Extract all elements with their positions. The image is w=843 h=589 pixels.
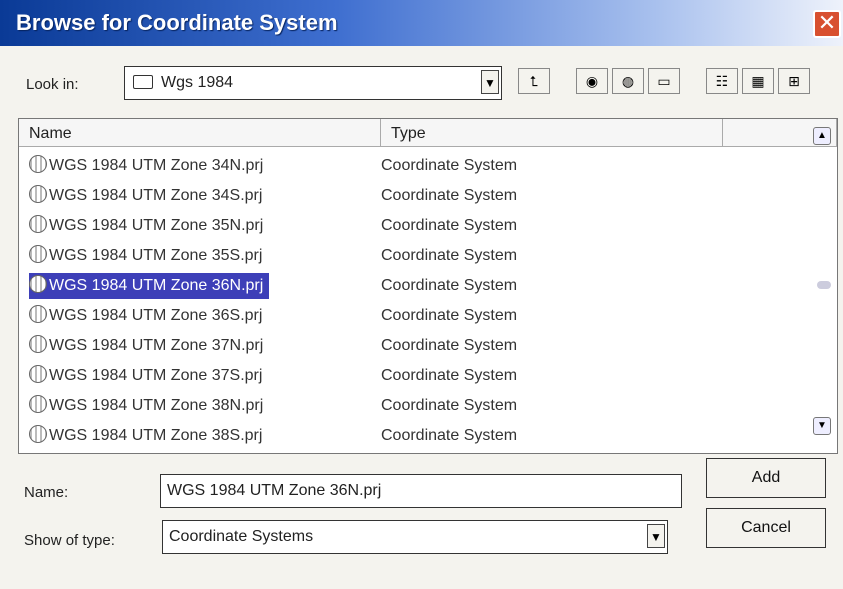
file-name: WGS 1984 UTM Zone 37S.prj bbox=[29, 363, 268, 389]
name-field[interactable]: WGS 1984 UTM Zone 36N.prj bbox=[160, 474, 682, 508]
scroll-down-icon[interactable]: ▼ bbox=[813, 417, 831, 435]
globe-icon bbox=[29, 155, 47, 173]
table-row[interactable]: WGS 1984 UTM Zone 35N.prj Coordinate Syst… bbox=[19, 211, 799, 241]
file-name: WGS 1984 UTM Zone 38N.prj bbox=[29, 393, 269, 419]
show-of-type-label: Show of type: bbox=[24, 532, 115, 549]
file-name: WGS 1984 UTM Zone 35S.prj bbox=[29, 243, 268, 269]
window-title: Browse for Coordinate System bbox=[16, 10, 338, 35]
file-type: Coordinate System bbox=[381, 367, 518, 384]
table-row[interactable]: WGS 1984 UTM Zone 34N.prj Coordinate Syst… bbox=[19, 151, 799, 181]
show-of-type-value: Coordinate Systems bbox=[169, 528, 314, 545]
file-type: Coordinate System bbox=[381, 157, 518, 174]
close-button[interactable]: ✕ bbox=[813, 10, 841, 38]
look-in-value: Wgs 1984 bbox=[161, 74, 234, 91]
file-type: Coordinate System bbox=[381, 217, 518, 234]
up-one-level-button[interactable]: ⮤ bbox=[518, 68, 550, 94]
details-view-button[interactable]: ▦ bbox=[742, 68, 774, 94]
look-in-combo[interactable]: Wgs 1984 ▼ bbox=[124, 66, 502, 100]
disconnect-folder-button[interactable]: ◍ bbox=[612, 68, 644, 94]
table-row[interactable]: WGS 1984 UTM Zone 38S.prj Coordinate Syst… bbox=[19, 421, 799, 451]
thumbnail-view-button[interactable]: ⊞ bbox=[778, 68, 810, 94]
file-name: WGS 1984 UTM Zone 38S.prj bbox=[29, 423, 268, 449]
file-name: WGS 1984 UTM Zone 36N.prj bbox=[29, 273, 270, 299]
file-type: Coordinate System bbox=[381, 337, 518, 354]
file-type: Coordinate System bbox=[381, 307, 518, 324]
connect-folder-button[interactable]: ◉ bbox=[576, 68, 608, 94]
file-name: WGS 1984 UTM Zone 35N.prj bbox=[29, 213, 269, 239]
table-row[interactable]: WGS 1984 UTM Zone 35S.prj Coordinate Syst… bbox=[19, 241, 799, 271]
table-row[interactable]: WGS 1984 UTM Zone 36N.prj Coordinate Syst… bbox=[19, 271, 799, 301]
close-icon: ✕ bbox=[817, 10, 837, 35]
file-list[interactable]: Name Type WGS 1984 UTM Zone 34N.prj Coord… bbox=[18, 118, 838, 454]
add-button[interactable]: Add bbox=[706, 458, 826, 498]
name-label: Name: bbox=[24, 484, 69, 501]
file-type: Coordinate System bbox=[381, 277, 518, 294]
file-name: WGS 1984 UTM Zone 36S.prj bbox=[29, 303, 268, 329]
table-row[interactable]: WGS 1984 UTM Zone 36S.prj Coordinate Syst… bbox=[19, 301, 799, 331]
chevron-down-icon[interactable]: ▼ bbox=[481, 70, 499, 94]
file-type: Coordinate System bbox=[381, 397, 518, 414]
table-row[interactable]: WGS 1984 UTM Zone 37N.prj Coordinate Syst… bbox=[19, 331, 799, 361]
new-folder-button[interactable]: ▭ bbox=[648, 68, 680, 94]
globe-icon bbox=[29, 215, 47, 233]
scroll-thumb[interactable] bbox=[817, 281, 831, 289]
globe-icon bbox=[29, 395, 47, 413]
table-row[interactable]: WGS 1984 UTM Zone 37S.prj Coordinate Syst… bbox=[19, 361, 799, 391]
list-view-button[interactable]: ☷ bbox=[706, 68, 738, 94]
globe-icon bbox=[29, 185, 47, 203]
globe-icon bbox=[29, 275, 47, 293]
look-in-label: Look in: bbox=[26, 76, 79, 93]
folder-icon bbox=[133, 75, 153, 89]
file-type: Coordinate System bbox=[381, 247, 518, 264]
globe-icon bbox=[29, 425, 47, 443]
show-of-type-combo[interactable]: Coordinate Systems ▼ bbox=[162, 520, 668, 554]
column-header-type[interactable]: Type bbox=[381, 119, 723, 147]
globe-icon bbox=[29, 365, 47, 383]
column-header-name[interactable]: Name bbox=[19, 119, 381, 147]
table-row[interactable]: WGS 1984 UTM Zone 38N.prj Coordinate Syst… bbox=[19, 391, 799, 421]
globe-icon bbox=[29, 305, 47, 323]
globe-icon bbox=[29, 335, 47, 353]
name-field-value: WGS 1984 UTM Zone 36N.prj bbox=[167, 482, 382, 499]
cancel-button[interactable]: Cancel bbox=[706, 508, 826, 548]
chevron-down-icon[interactable]: ▼ bbox=[647, 524, 665, 548]
file-name: WGS 1984 UTM Zone 37N.prj bbox=[29, 333, 269, 359]
file-name: WGS 1984 UTM Zone 34N.prj bbox=[29, 153, 269, 179]
file-type: Coordinate System bbox=[381, 427, 518, 444]
file-type: Coordinate System bbox=[381, 187, 518, 204]
title-bar[interactable]: Browse for Coordinate System ✕ bbox=[0, 0, 843, 46]
globe-icon bbox=[29, 245, 47, 263]
file-name: WGS 1984 UTM Zone 34S.prj bbox=[29, 183, 268, 209]
table-row[interactable]: WGS 1984 UTM Zone 34S.prj Coordinate Syst… bbox=[19, 181, 799, 211]
scroll-up-icon[interactable]: ▲ bbox=[813, 127, 831, 145]
